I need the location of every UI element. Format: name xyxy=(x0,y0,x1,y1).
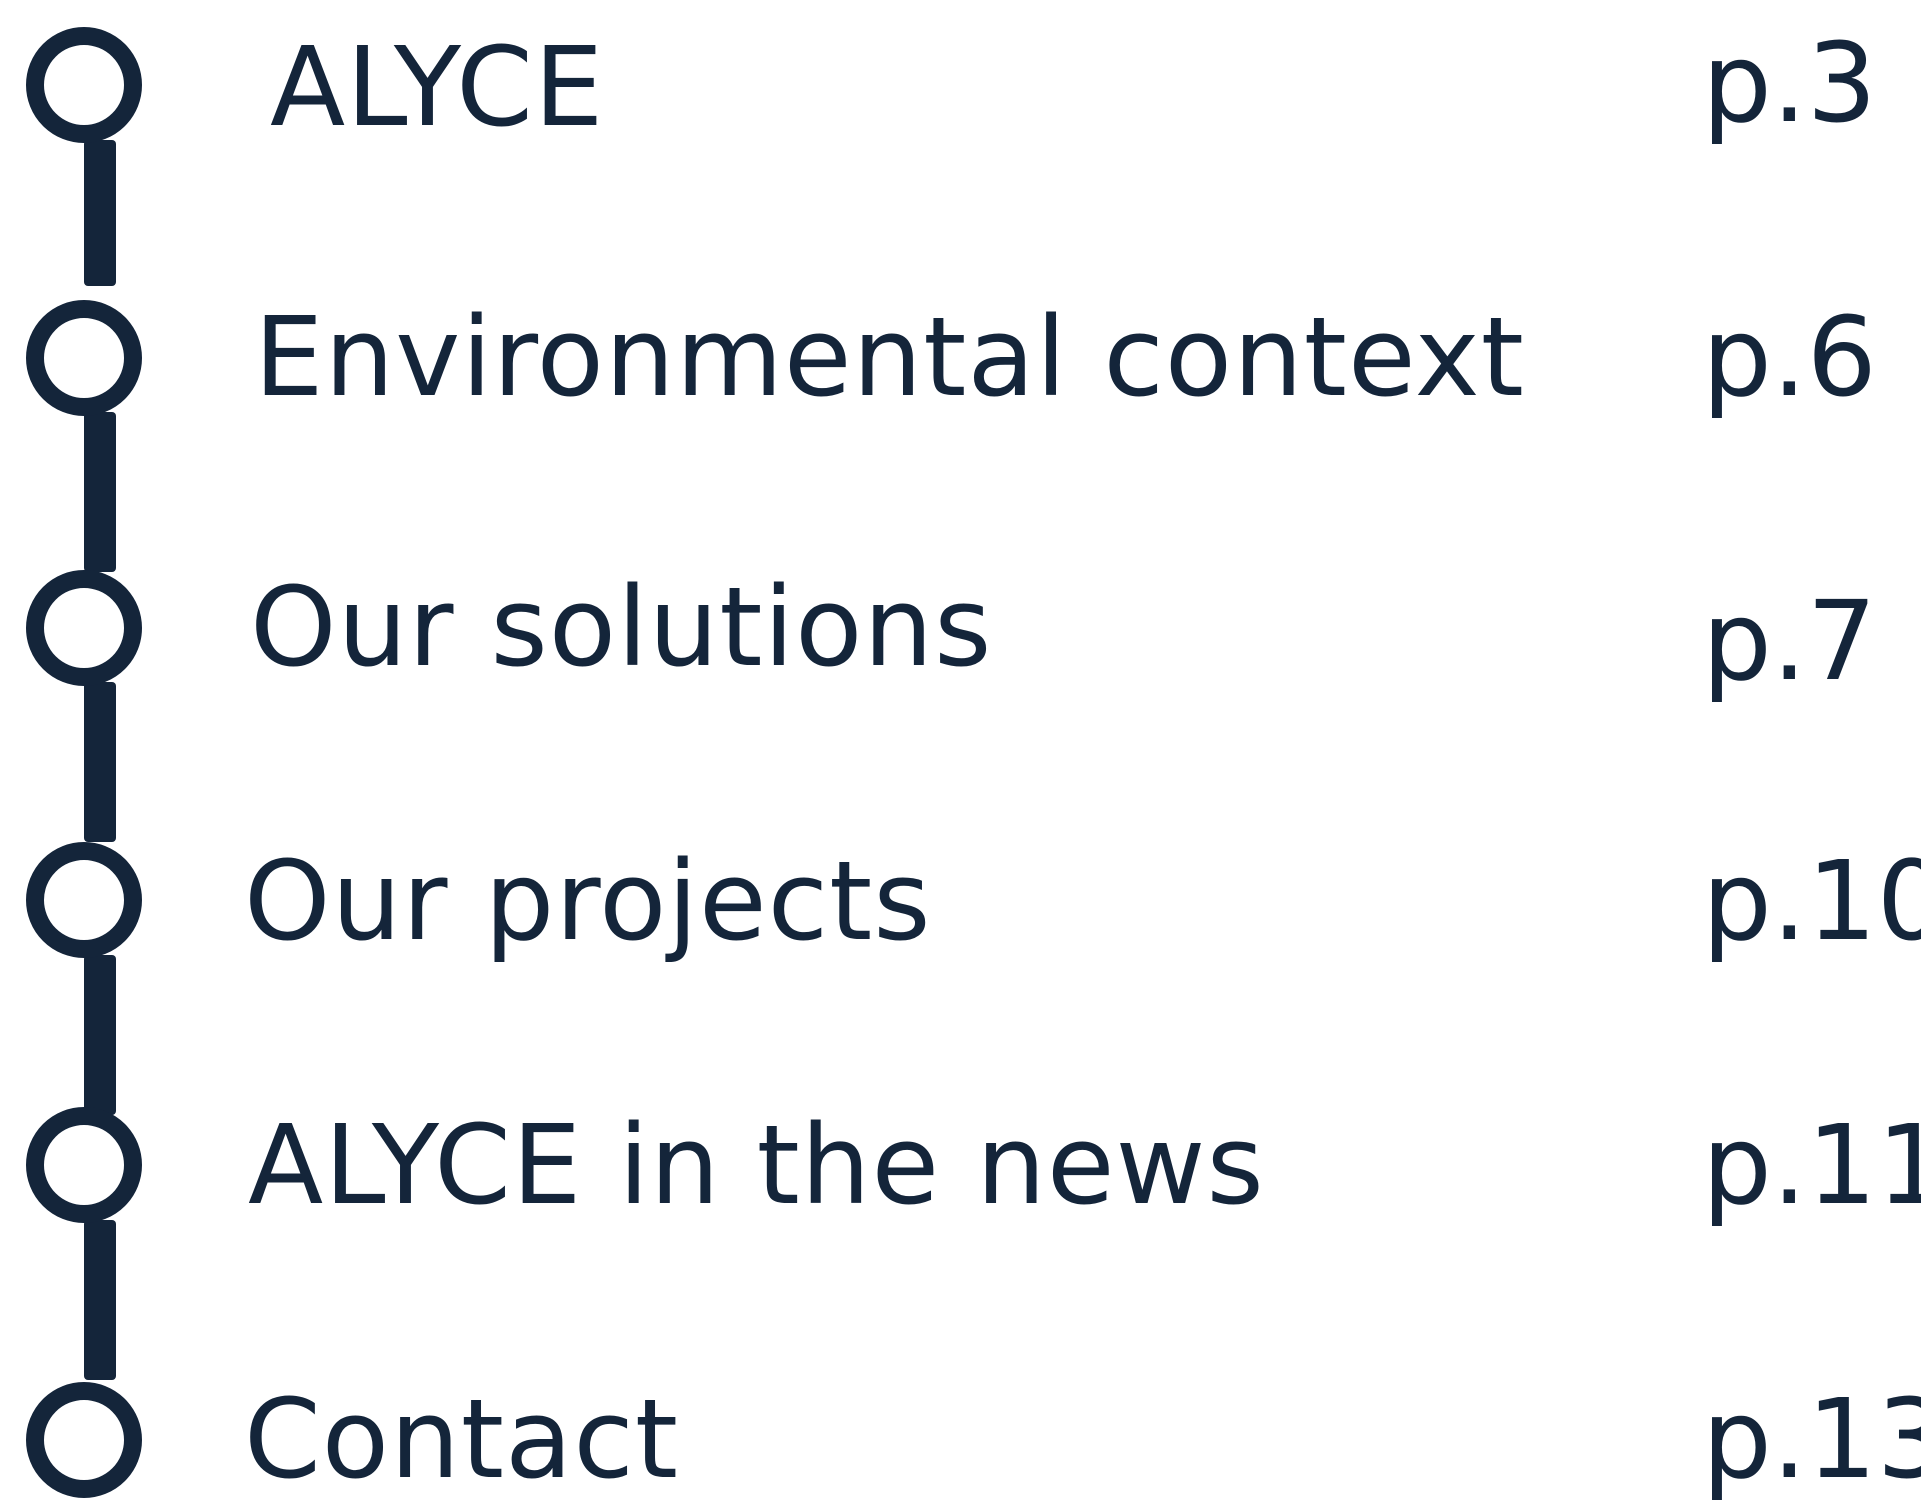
timeline-node-icon xyxy=(26,1382,142,1498)
toc-entry-page: p.11 xyxy=(1702,1101,1921,1229)
toc-entry-title[interactable]: Our projects xyxy=(244,846,932,956)
table-of-contents: ALYCE p.3 Environmental context p.6 Our … xyxy=(0,0,1921,1511)
timeline-connector xyxy=(84,1220,116,1380)
toc-entry-page: p.10 xyxy=(1702,837,1921,965)
timeline-node-icon xyxy=(26,842,142,958)
toc-entry-page: p.6 xyxy=(1702,293,1877,421)
toc-entry-title[interactable]: Contact xyxy=(244,1384,679,1494)
toc-entry-page: p.3 xyxy=(1702,19,1877,147)
toc-entry-page: p.13 xyxy=(1702,1375,1921,1503)
timeline-node-icon xyxy=(26,570,142,686)
timeline-connector xyxy=(84,412,116,572)
toc-entry-title[interactable]: ALYCE in the news xyxy=(248,1110,1265,1220)
toc-entry-title[interactable]: Environmental context xyxy=(254,302,1525,412)
timeline-connector xyxy=(84,682,116,842)
toc-entry-title[interactable]: Our solutions xyxy=(250,572,992,682)
timeline-node-icon xyxy=(26,1107,142,1223)
toc-entry-page: p.7 xyxy=(1702,577,1877,705)
timeline-connector xyxy=(84,955,116,1115)
timeline-node-icon xyxy=(26,300,142,416)
toc-entry-title[interactable]: ALYCE xyxy=(270,32,604,142)
timeline-node-icon xyxy=(26,27,142,143)
timeline-connector xyxy=(84,140,116,286)
